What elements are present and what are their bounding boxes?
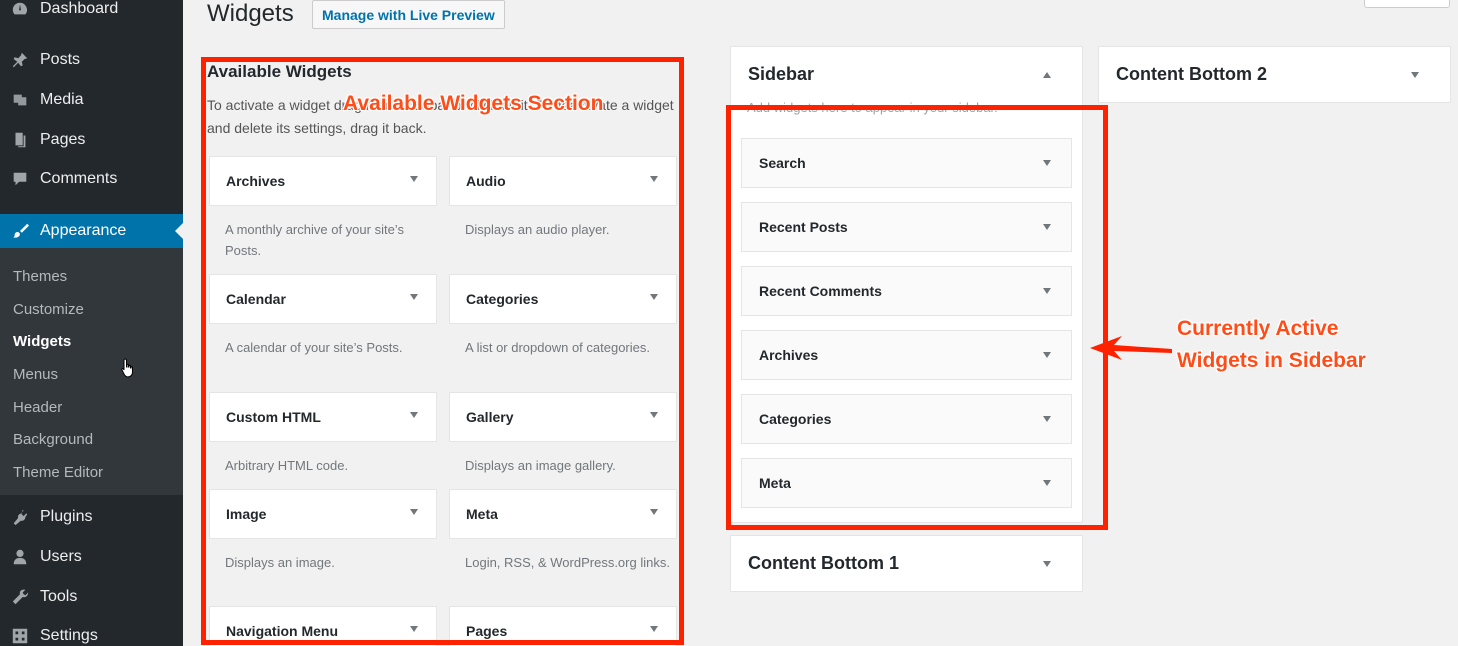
menu-label: Users [40, 548, 82, 565]
menu-item-plugins[interactable]: Plugins [0, 500, 183, 534]
content-bottom-1-title: Content Bottom 1 [748, 553, 899, 573]
menu-item-tools[interactable]: Tools [0, 580, 183, 614]
page-title: Widgets [207, 0, 294, 27]
submenu-themes[interactable]: Themes [13, 268, 67, 285]
menu-item-media[interactable]: Media [0, 83, 183, 117]
users-icon [10, 547, 30, 567]
annotation-box-available [201, 57, 684, 645]
appearance-submenu: Themes Customize Widgets Menus Header Ba… [0, 248, 183, 495]
submenu-background[interactable]: Background [13, 431, 93, 448]
submenu-header[interactable]: Header [13, 399, 62, 416]
menu-label: Dashboard [40, 0, 119, 17]
menu-label: Media [40, 91, 84, 108]
admin-sidebar: Dashboard Posts Media Pages Comments App… [0, 0, 183, 646]
sidebar-area-title: Sidebar [748, 64, 815, 84]
content-bottom-2-title: Content Bottom 2 [1116, 64, 1267, 84]
annotation-arrow-icon [1090, 336, 1172, 360]
submenu-menus[interactable]: Menus [13, 366, 58, 383]
menu-item-comments[interactable]: Comments [0, 162, 183, 196]
menu-label: Pages [40, 131, 86, 148]
hand-cursor-icon [121, 358, 133, 378]
menu-item-appearance[interactable]: Appearance [0, 214, 183, 248]
menu-label: Appearance [40, 222, 127, 239]
pin-icon [10, 50, 30, 70]
menu-item-dashboard[interactable]: Dashboard [0, 0, 183, 26]
brush-icon [10, 221, 30, 241]
pages-icon [10, 130, 30, 150]
screen-options-button[interactable] [1364, 0, 1450, 8]
menu-item-posts[interactable]: Posts [0, 43, 183, 77]
menu-label: Settings [40, 627, 98, 644]
menu-label: Comments [40, 170, 118, 187]
comments-icon [10, 169, 30, 189]
menu-item-pages[interactable]: Pages [0, 123, 183, 157]
dashboard-icon [10, 0, 30, 19]
wrench-icon [10, 587, 30, 607]
media-icon [10, 90, 30, 110]
menu-label: Plugins [40, 508, 93, 525]
plugin-icon [10, 507, 30, 527]
submenu-widgets[interactable]: Widgets [13, 333, 71, 350]
annotation-available-label: Available Widgets Section [343, 92, 604, 115]
menu-item-users[interactable]: Users [0, 540, 183, 574]
menu-item-settings[interactable]: Settings [0, 619, 183, 646]
settings-icon [10, 626, 30, 646]
chevron-up-icon[interactable] [1043, 72, 1051, 78]
submenu-theme-editor[interactable]: Theme Editor [13, 464, 103, 481]
annotation-active-line1: Currently Active [1177, 317, 1339, 340]
current-arrow [175, 223, 183, 239]
annotation-active-line2: Widgets in Sidebar [1177, 349, 1366, 372]
submenu-customize[interactable]: Customize [13, 301, 84, 318]
chevron-down-icon[interactable] [1043, 561, 1051, 567]
annotation-box-active [726, 105, 1108, 530]
chevron-down-icon[interactable] [1411, 72, 1419, 78]
menu-label: Posts [40, 51, 81, 68]
manage-live-preview-button[interactable]: Manage with Live Preview [312, 0, 505, 29]
menu-label: Tools [40, 588, 78, 605]
